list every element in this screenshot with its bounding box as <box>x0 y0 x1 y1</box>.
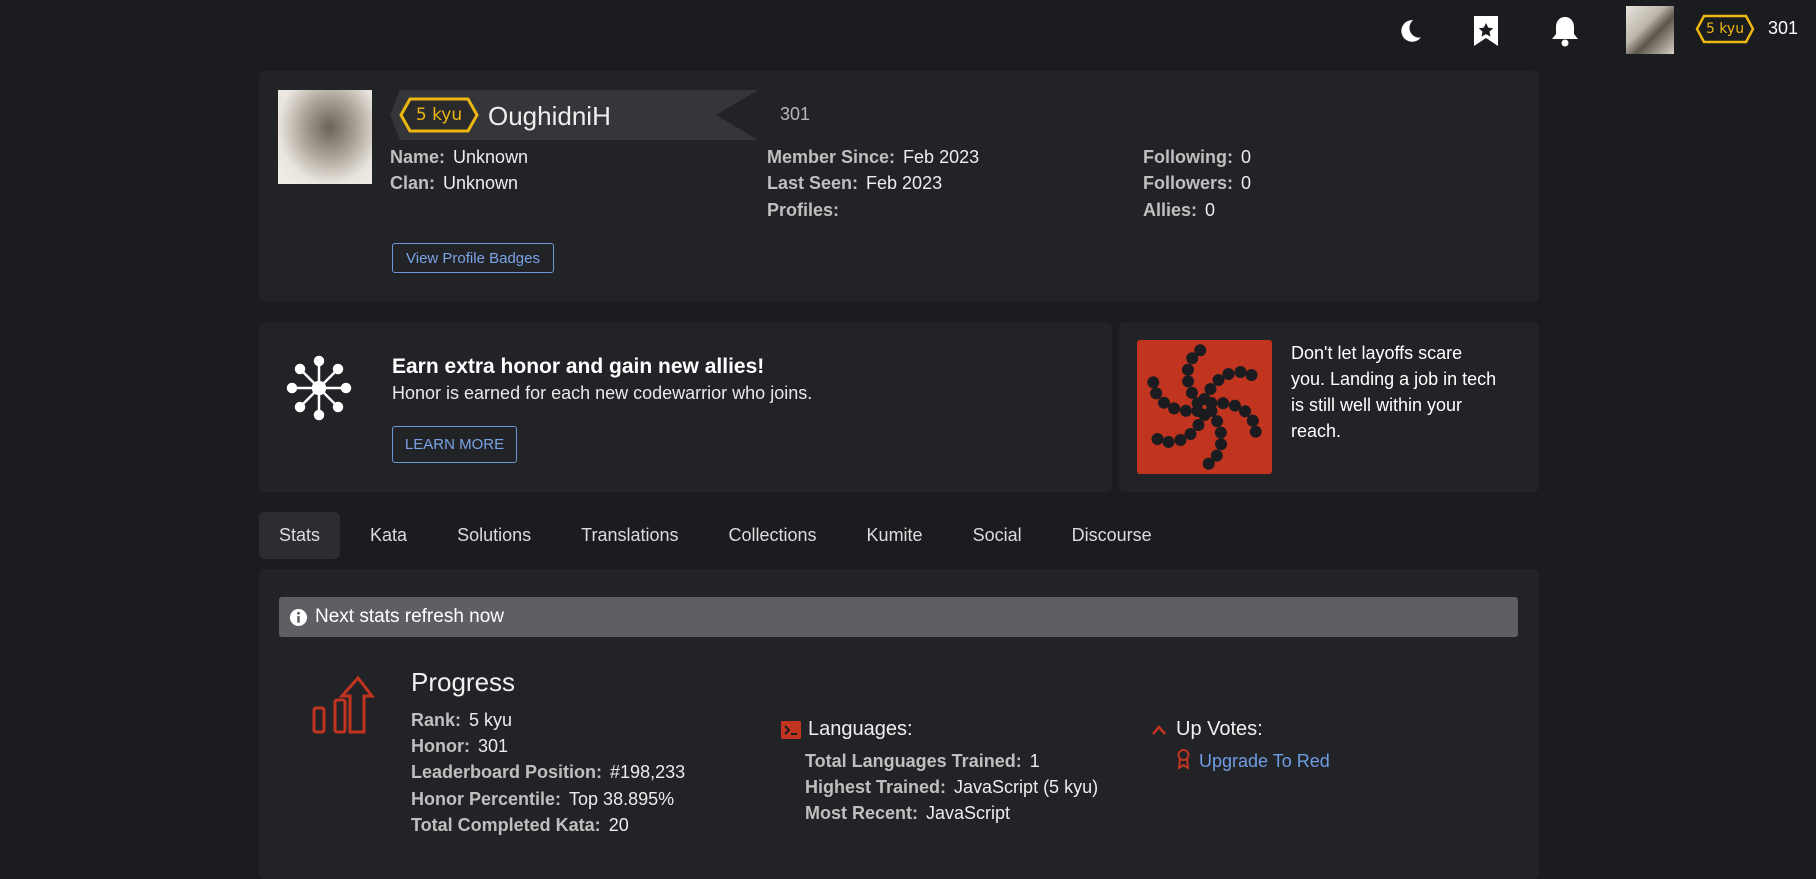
profile-clan-row: Clan: Unknown <box>390 173 518 194</box>
most-recent-row: Most Recent: JavaScript <box>805 803 1010 824</box>
info-icon <box>289 608 308 626</box>
total-completed-kata-row: Total Completed Kata: 20 <box>411 815 629 836</box>
field-label: Total Languages Trained: <box>805 751 1022 771</box>
progress-title: Progress <box>411 667 516 697</box>
referral-card <box>259 322 1112 492</box>
field-value: 1 <box>1029 751 1040 771</box>
nav-rank-badge: 5 kyu <box>1695 14 1755 44</box>
honor-percentile-row: Honor Percentile: Top 38.895% <box>411 789 674 810</box>
promo-title: Earn extra honor and gain new allies! <box>392 355 765 378</box>
profile-rank-label: 5 kyu <box>415 105 463 125</box>
field-value: #198,233 <box>610 762 686 782</box>
field-value: Unknown <box>443 173 519 193</box>
top-nav: 5 kyu 301 <box>0 0 1816 62</box>
field-label: Most Recent: <box>805 803 919 823</box>
highest-trained-row: Highest Trained: JavaScript (5 kyu) <box>805 777 1098 798</box>
allies-row: Allies: 0 <box>1143 200 1215 221</box>
field-label: Leaderboard Position: <box>411 762 603 782</box>
field-label: Honor Percentile: <box>411 789 562 809</box>
stats-refresh-notice: Next stats refresh now <box>279 597 1518 637</box>
leaderboard-position-row: Leaderboard Position: #198,233 <box>411 762 685 783</box>
upvotes-title: Up Votes: <box>1176 718 1263 740</box>
profile-tabs: Stats Kata Solutions Translations Collec… <box>259 512 1182 559</box>
profile-honor: 301 <box>780 104 811 124</box>
field-value: 5 kyu <box>469 710 513 730</box>
followers-row: Followers: 0 <box>1143 173 1251 194</box>
field-value: 0 <box>1241 173 1252 193</box>
field-label: Member Since: <box>767 147 896 167</box>
tab-solutions[interactable]: Solutions <box>437 512 551 559</box>
field-value: 20 <box>608 815 629 835</box>
profile-name-row: Name: Unknown <box>390 147 528 168</box>
nav-rank-label: 5 kyu <box>1705 21 1745 37</box>
field-label: Profiles: <box>767 200 840 220</box>
field-value: JavaScript <box>926 803 1011 823</box>
field-label: Followers: <box>1143 173 1234 193</box>
nav-honor: 301 <box>1768 18 1799 38</box>
field-value: Unknown <box>453 147 529 167</box>
profile-rank-badge: 5 kyu <box>399 97 479 133</box>
member-since-row: Member Since: Feb 2023 <box>767 147 979 168</box>
field-label: Last Seen: <box>767 173 859 193</box>
view-profile-badges-button[interactable]: View Profile Badges <box>392 243 554 273</box>
bell-icon[interactable] <box>1550 14 1580 48</box>
tab-discourse[interactable]: Discourse <box>1052 512 1172 559</box>
field-label: Clan: <box>390 173 435 193</box>
field-label: Total Completed Kata: <box>411 815 601 835</box>
tab-stats[interactable]: Stats <box>259 512 341 559</box>
ribbon-icon <box>1177 749 1190 769</box>
following-row: Following: 0 <box>1143 147 1251 168</box>
profile-avatar <box>278 90 372 184</box>
chevron-up-icon <box>1152 725 1166 735</box>
tab-social[interactable]: Social <box>953 512 1042 559</box>
field-value: 0 <box>1240 147 1251 167</box>
moon-icon[interactable] <box>1395 14 1425 48</box>
network-icon <box>286 355 352 421</box>
field-label: Allies: <box>1143 200 1198 220</box>
user-avatar[interactable] <box>1626 6 1674 54</box>
field-value: Feb 2023 <box>903 147 980 167</box>
progress-rank-row: Rank: 5 kyu <box>411 710 512 731</box>
tab-kumite[interactable]: Kumite <box>847 512 943 559</box>
tab-kata[interactable]: Kata <box>350 512 427 559</box>
last-seen-row: Last Seen: Feb 2023 <box>767 173 942 194</box>
learn-more-button[interactable]: LEARN MORE <box>392 426 517 463</box>
tab-collections[interactable]: Collections <box>709 512 837 559</box>
field-label: Honor: <box>411 736 470 756</box>
ad-text[interactable]: Don't let layoffs scare you. Landing a j… <box>1291 340 1501 444</box>
field-value: Top 38.895% <box>569 789 675 809</box>
field-value: JavaScript (5 kyu) <box>954 777 1099 797</box>
promo-subtitle: Honor is earned for each new codewarrior… <box>392 383 813 403</box>
field-label: Highest Trained: <box>805 777 947 797</box>
field-label: Rank: <box>411 710 462 730</box>
field-label: Name: <box>390 147 446 167</box>
terminal-icon <box>781 721 801 739</box>
ad-logo-icon[interactable] <box>1137 340 1272 474</box>
tab-translations[interactable]: Translations <box>561 512 698 559</box>
field-value: 301 <box>477 736 509 756</box>
languages-title: Languages: <box>808 718 913 740</box>
total-languages-row: Total Languages Trained: 1 <box>805 751 1040 772</box>
progress-honor-row: Honor: 301 <box>411 736 508 757</box>
progress-chart-icon <box>312 675 376 734</box>
username: OughidniH <box>488 101 611 131</box>
field-value: 0 <box>1205 200 1216 220</box>
bookmark-star-icon[interactable] <box>1471 14 1501 48</box>
upgrade-to-red-link[interactable]: Upgrade To Red <box>1199 751 1330 772</box>
field-value: Feb 2023 <box>866 173 943 193</box>
field-label: Following: <box>1143 147 1233 167</box>
profiles-row: Profiles: <box>767 200 847 221</box>
notice-text: Next stats refresh now <box>315 606 505 627</box>
